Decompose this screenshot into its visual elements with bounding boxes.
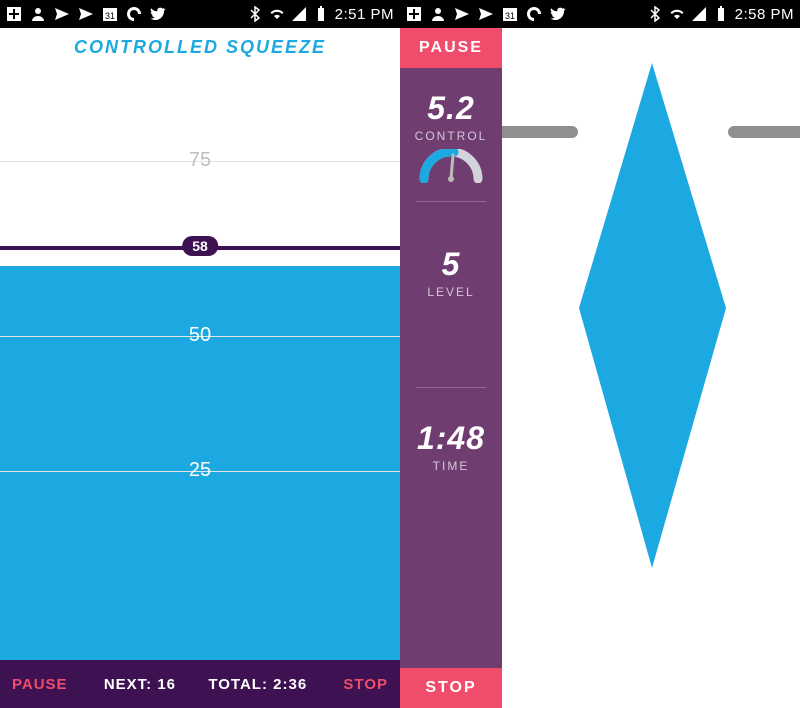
hangouts-icon xyxy=(126,6,142,22)
metrics-body: 5.2 CONTROL 5 LEVEL 1:48 TIME xyxy=(400,68,502,668)
svg-text:31: 31 xyxy=(505,11,515,21)
squeeze-chart[interactable]: 75 50 25 58 xyxy=(0,66,400,660)
svg-text:31: 31 xyxy=(105,11,115,21)
bottom-info: NEXT: 16 TOTAL: 2:36 xyxy=(80,676,332,693)
status-right-icons: 2:51 PM xyxy=(247,6,394,23)
marker-value-badge: 58 xyxy=(182,236,218,256)
status-bar: 31 2:58 PM xyxy=(400,0,800,28)
wifi-icon xyxy=(669,6,685,22)
gridlabel-25: 25 xyxy=(189,459,211,482)
twitter-icon xyxy=(550,6,566,22)
gauge-icon xyxy=(418,149,484,183)
battery-icon xyxy=(313,6,329,22)
squeeze-visual[interactable] xyxy=(502,28,800,708)
control-value: 5.2 xyxy=(427,90,474,127)
calendar-icon: 31 xyxy=(502,6,518,22)
twitter-icon xyxy=(150,6,166,22)
bluetooth-icon xyxy=(247,6,263,22)
pause-button[interactable]: PAUSE xyxy=(400,28,502,68)
wifi-icon xyxy=(269,6,285,22)
stop-button[interactable]: STOP xyxy=(331,676,400,693)
time-value: 1:48 xyxy=(417,420,485,457)
calendar-icon: 31 xyxy=(102,6,118,22)
hangouts-icon xyxy=(526,6,542,22)
signal-icon xyxy=(691,6,707,22)
battery-icon xyxy=(713,6,729,22)
total-label: TOTAL: xyxy=(208,676,268,693)
send-icon xyxy=(478,6,494,22)
divider xyxy=(416,201,486,202)
pause-button[interactable]: PAUSE xyxy=(0,676,80,693)
status-bar: 31 2:51 PM xyxy=(0,0,400,28)
bluetooth-icon xyxy=(647,6,663,22)
plus-icon xyxy=(406,6,422,22)
control-label: CONTROL xyxy=(415,129,488,143)
next-label: NEXT: xyxy=(104,676,152,693)
title-row: CONTROLLED SQUEEZE xyxy=(0,28,400,66)
status-left-icons: 31 xyxy=(6,6,166,22)
bottom-bar: PAUSE NEXT: 16 TOTAL: 2:36 STOP xyxy=(0,660,400,708)
metrics-pane: PAUSE 5.2 CONTROL 5 LEVEL 1:48 xyxy=(400,28,502,708)
status-left-icons: 31 xyxy=(406,6,566,22)
signal-icon xyxy=(291,6,307,22)
stop-button[interactable]: STOP xyxy=(400,668,502,708)
gridlabel-75: 75 xyxy=(189,149,211,172)
screen-right: 31 2:58 PM PAUSE 5.2 CONTROL xyxy=(400,0,800,708)
send-icon xyxy=(454,6,470,22)
status-time: 2:58 PM xyxy=(735,6,794,23)
next-value: 16 xyxy=(157,676,176,693)
total-value: 2:36 xyxy=(273,676,307,693)
time-label: TIME xyxy=(433,459,470,473)
page-title: CONTROLLED SQUEEZE xyxy=(74,37,326,58)
level-value: 5 xyxy=(442,246,461,283)
person-icon xyxy=(30,6,46,22)
level-label: LEVEL xyxy=(427,285,474,299)
screen-left: 31 2:51 PM CONTROLLED SQUEEZE 75 50 25 xyxy=(0,0,400,708)
gridlabel-50: 50 xyxy=(189,324,211,347)
divider xyxy=(416,387,486,388)
send-icon xyxy=(78,6,94,22)
status-time: 2:51 PM xyxy=(335,6,394,23)
plus-icon xyxy=(6,6,22,22)
send-icon xyxy=(54,6,70,22)
person-icon xyxy=(430,6,446,22)
status-right-icons: 2:58 PM xyxy=(647,6,794,23)
